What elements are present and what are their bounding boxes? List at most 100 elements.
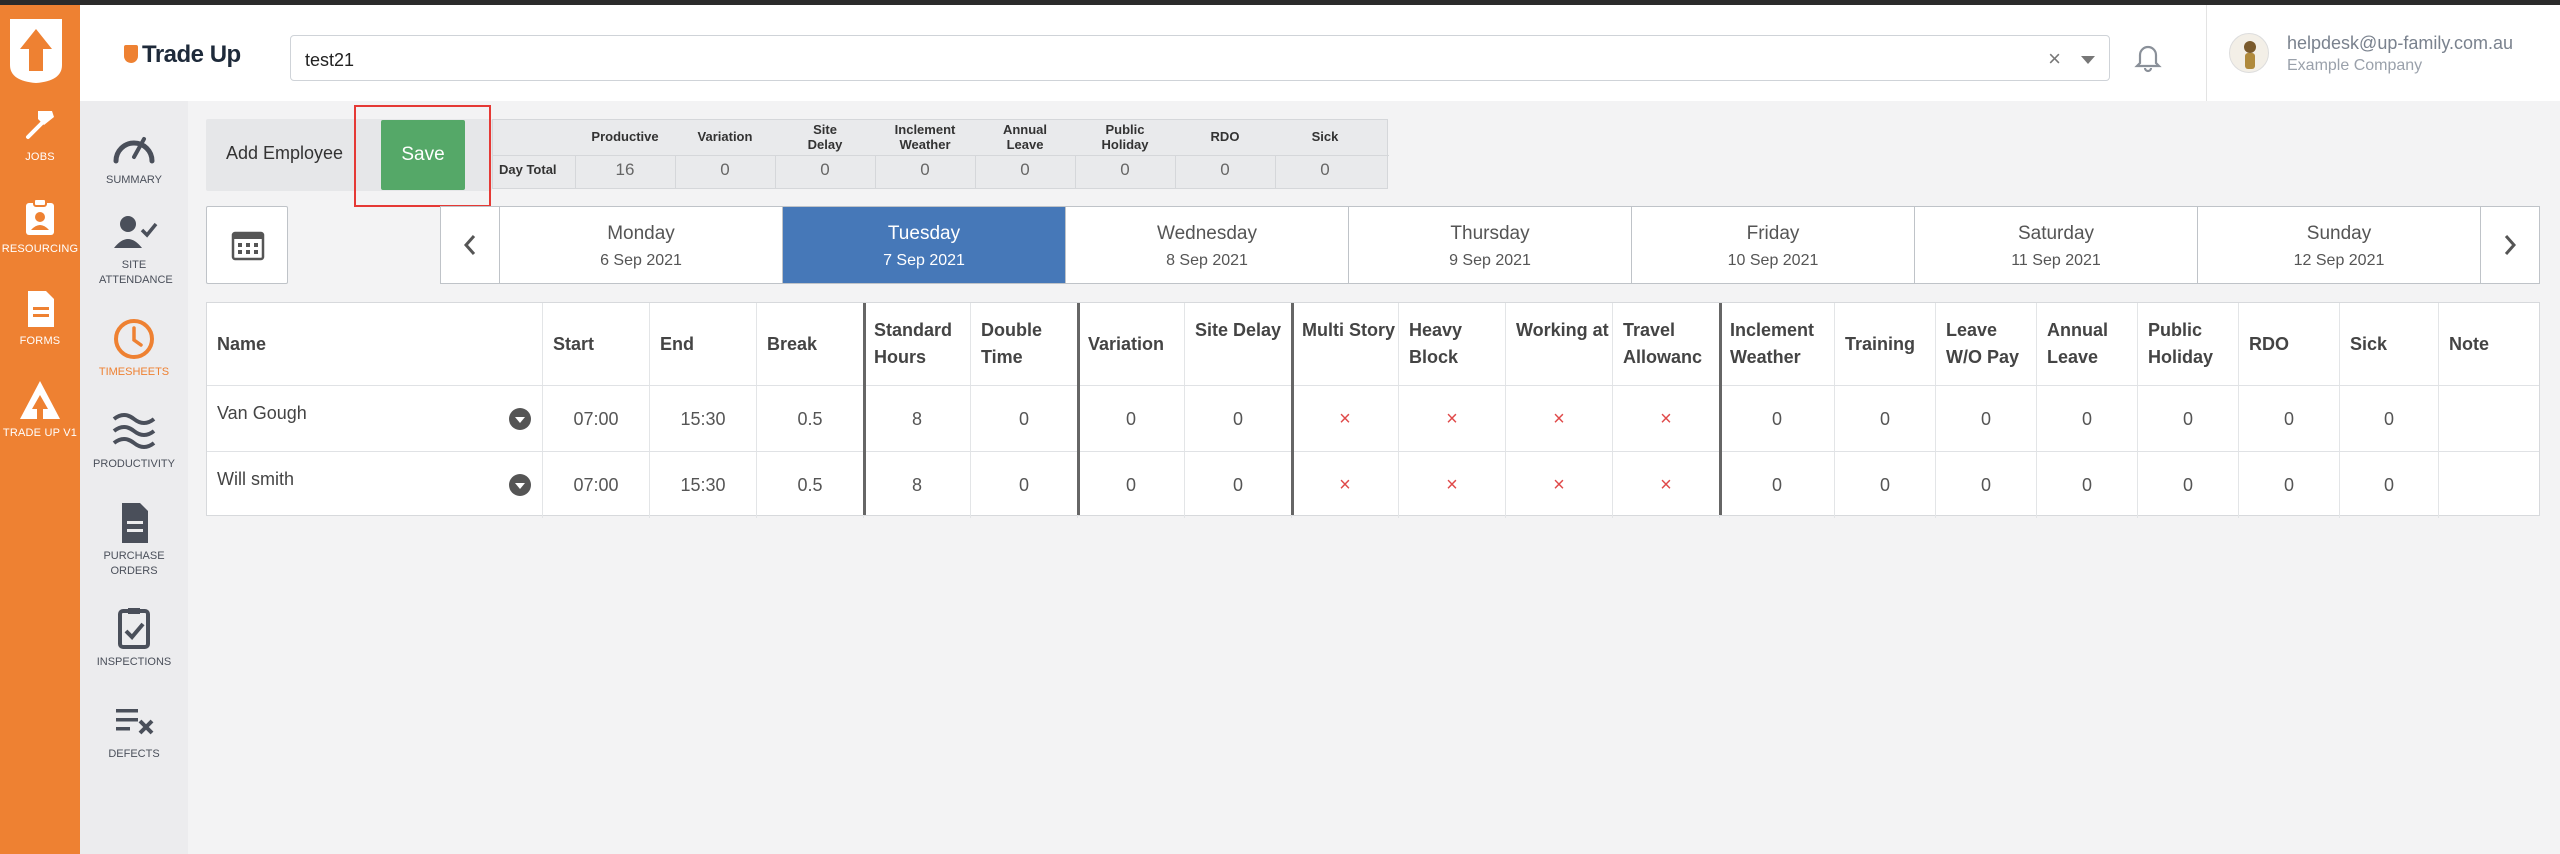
training-cell[interactable]: 0 [1835,386,1936,452]
column-header-public-holiday: Public Holiday [2138,303,2239,385]
heavy-block-toggle[interactable]: × [1399,452,1506,518]
column-header-travel-allowance: Travel Allowanc [1613,303,1720,385]
rail-item-jobs[interactable]: JOBS [0,103,80,163]
day-date: 12 Sep 2021 [2293,252,2385,269]
day-total-header: Inclement Weather [894,122,956,152]
travel-allowance-toggle[interactable]: × [1613,386,1720,452]
day-name: Monday [607,223,675,244]
note-cell[interactable] [2439,386,2539,452]
bell-icon[interactable] [2132,41,2164,73]
row-menu-dropdown-icon[interactable] [509,408,531,430]
add-employee-button[interactable]: Add Employee [226,143,343,164]
public-holiday-cell[interactable]: 0 [2138,386,2239,452]
job-search-select[interactable]: test21 × [290,35,2110,81]
break-cell[interactable]: 0.5 [757,452,864,518]
chevron-left-icon [463,235,476,255]
day-name: Friday [1746,223,1800,244]
previous-week-button[interactable] [441,207,499,283]
sidebar-item-summary[interactable]: SUMMARY [80,123,188,188]
multi-story-toggle[interactable]: × [1292,452,1399,518]
sick-cell[interactable]: 0 [2340,452,2439,518]
rail-label: JOBS [25,151,55,163]
rail-item-tradeup-v1[interactable]: TRADE UP V1 [0,379,80,439]
working-at-toggle[interactable]: × [1506,386,1613,452]
save-button[interactable]: Save [381,120,465,190]
note-cell[interactable] [2439,452,2539,518]
sidebar-item-label: PURCHASE ORDERS [103,550,165,577]
sidebar-item-site-attendance[interactable]: SITE ATTENDANCE [80,208,188,288]
employee-name: Van Gough [217,403,307,423]
day-tab-monday[interactable]: Monday 6 Sep 2021 [499,207,782,283]
rail-item-resourcing[interactable]: RESOURCING [0,195,80,255]
standard-hours-cell[interactable]: 8 [864,452,971,518]
end-cell[interactable]: 15:30 [650,386,757,452]
day-tab-sunday[interactable]: Sunday 12 Sep 2021 [2197,207,2480,283]
start-cell[interactable]: 07:00 [543,452,650,518]
brand-mark-icon [124,45,138,63]
column-header-standard-hours: Standard Hours [864,303,971,385]
column-header-site-delay: Site Delay [1185,303,1292,385]
rail-item-forms[interactable]: FORMS [0,287,80,347]
day-total-label: Day Total [499,162,557,177]
tradeup-logo-icon[interactable] [6,15,66,85]
variation-cell[interactable]: 0 [1078,386,1185,452]
row-menu-dropdown-icon[interactable] [509,474,531,496]
day-total-value: 0 [820,160,830,179]
break-cell[interactable]: 0.5 [757,386,864,452]
user-company: Example Company [2287,57,2423,74]
column-header-rdo: RDO [2239,303,2340,385]
day-date: 10 Sep 2021 [1727,252,1819,269]
user-menu[interactable]: helpdesk@up-family.com.au Example Compan… [2206,5,2560,101]
multi-story-toggle[interactable]: × [1292,386,1399,452]
day-tab-friday[interactable]: Friday 10 Sep 2021 [1631,207,1914,283]
next-week-button[interactable] [2480,207,2539,283]
site-delay-cell[interactable]: 0 [1185,386,1292,452]
day-name: Thursday [1450,223,1530,244]
brand-logo[interactable]: Trade Up [124,41,241,69]
start-cell[interactable]: 07:00 [543,386,650,452]
table-row: Van Gough 07:00 15:30 0.5 8 0 0 0 × × × … [207,385,2539,452]
standard-hours-cell[interactable]: 8 [864,386,971,452]
inclement-weather-cell[interactable]: 0 [1720,386,1835,452]
sidebar-item-inspections[interactable]: INSPECTIONS [80,605,188,670]
day-total-value: 16 [615,160,635,179]
rail-label: TRADE UP V1 [2,427,78,439]
end-cell[interactable]: 15:30 [650,452,757,518]
working-at-toggle[interactable]: × [1506,452,1613,518]
calendar-button[interactable] [206,206,288,284]
column-header-multi-story: Multi Story [1292,303,1399,385]
day-total-value: 0 [1320,160,1330,179]
sidebar-item-purchase-orders[interactable]: PURCHASE ORDERS [80,499,188,579]
clear-icon[interactable]: × [2048,46,2061,72]
leave-wo-pay-cell[interactable]: 0 [1936,386,2037,452]
day-tab-thursday[interactable]: Thursday 9 Sep 2021 [1348,207,1631,283]
day-tab-saturday[interactable]: Saturday 11 Sep 2021 [1914,207,2197,283]
public-holiday-cell[interactable]: 0 [2138,452,2239,518]
sick-cell[interactable]: 0 [2340,386,2439,452]
day-tab-tuesday[interactable]: Tuesday 7 Sep 2021 [782,207,1065,283]
column-header-heavy-block: Heavy Block [1399,303,1506,385]
training-cell[interactable]: 0 [1835,452,1936,518]
inclement-weather-cell[interactable]: 0 [1720,452,1835,518]
sidebar-item-label: SITE ATTENDANCE [99,259,173,286]
sidebar-item-timesheets[interactable]: TIMESHEETS [80,315,188,380]
chevron-down-icon[interactable] [2081,56,2095,64]
annual-leave-cell[interactable]: 0 [2037,386,2138,452]
double-time-cell[interactable]: 0 [971,386,1078,452]
column-header-training: Training [1835,303,1936,385]
sidebar-item-defects[interactable]: DEFECTS [80,697,188,762]
day-total-header: Sick [1311,129,1339,144]
variation-cell[interactable]: 0 [1078,452,1185,518]
day-tab-wednesday[interactable]: Wednesday 8 Sep 2021 [1065,207,1348,283]
rdo-cell[interactable]: 0 [2239,452,2340,518]
site-delay-cell[interactable]: 0 [1185,452,1292,518]
sidebar-item-productivity[interactable]: PRODUCTIVITY [80,407,188,472]
rdo-cell[interactable]: 0 [2239,386,2340,452]
heavy-block-toggle[interactable]: × [1399,386,1506,452]
annual-leave-cell[interactable]: 0 [2037,452,2138,518]
leave-wo-pay-cell[interactable]: 0 [1936,452,2037,518]
travel-allowance-toggle[interactable]: × [1613,452,1720,518]
rail-label: FORMS [19,335,61,347]
double-time-cell[interactable]: 0 [971,452,1078,518]
calendar-icon [231,231,265,261]
